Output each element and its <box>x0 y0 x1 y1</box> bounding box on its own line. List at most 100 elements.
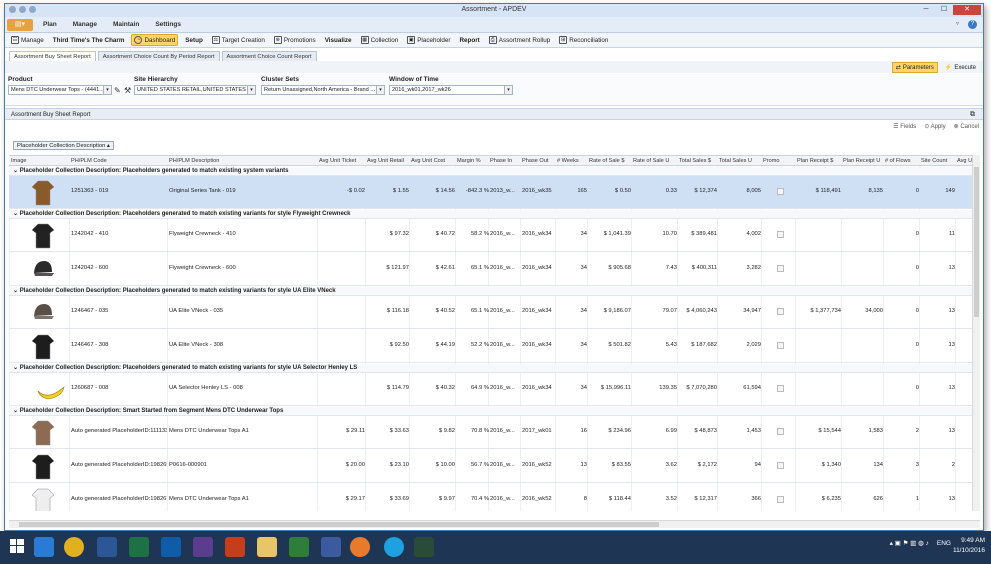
ribbon-target-creation-button[interactable]: ⚖ Target Creation <box>210 35 267 45</box>
group-row[interactable]: ⌄ Placeholder Collection Description: Pl… <box>9 167 972 176</box>
ribbon-placeholder-button[interactable]: ▣ Placeholder <box>405 35 452 45</box>
cluster-sets-select[interactable]: Return Unassigned,North America - Brand … <box>261 85 385 95</box>
pencil-icon[interactable]: ✎ <box>114 86 121 95</box>
table-row[interactable]: Auto generated PlaceholderID:198267 Mens … <box>9 484 972 511</box>
promo-checkbox[interactable] <box>777 188 784 195</box>
horizontal-scrollbar[interactable] <box>9 520 980 528</box>
column-header[interactable]: Total Sales U <box>719 158 761 164</box>
promo-checkbox[interactable] <box>777 462 784 469</box>
collapse-ribbon-icon[interactable]: ▿ <box>953 20 962 29</box>
column-header[interactable]: Plan Receipt $ <box>797 158 841 164</box>
group-by-chip[interactable]: Placeholder Collection Description ▴ <box>13 141 114 150</box>
scroll-thumb[interactable] <box>19 522 659 527</box>
table-row[interactable]: 1242042 - 600 Flyweight Crewneck - 600 $ 1… <box>9 253 972 286</box>
menu-maintain[interactable]: Maintain <box>113 21 139 28</box>
apply-button[interactable]: ⊙ Apply <box>924 123 945 130</box>
language-indicator[interactable]: ENG <box>937 540 951 547</box>
ribbon-reconciliation-button[interactable]: ⊞ Reconciliation <box>557 35 610 45</box>
ribbon-assortment-rollup-button[interactable]: ⎙ Assortment Rollup <box>487 35 552 45</box>
chevron-down-icon[interactable]: ▾ <box>103 86 111 94</box>
word-icon[interactable] <box>97 537 117 557</box>
collapse-icon[interactable]: ⌄ <box>13 168 20 174</box>
column-header[interactable]: Avg Unit Ticket <box>319 158 365 164</box>
ribbon-collection-button[interactable]: ▦ Collection <box>359 35 401 45</box>
excel-icon[interactable] <box>129 537 149 557</box>
table-row[interactable]: Auto generated PlaceholderID:198265 P0616… <box>9 450 972 483</box>
project-icon[interactable] <box>289 537 309 557</box>
column-header[interactable]: PH/PLM Code <box>71 158 167 164</box>
collapse-icon[interactable]: ⌄ <box>13 408 20 414</box>
execute-button[interactable]: ⚡ Execute <box>942 62 979 73</box>
skype-icon[interactable] <box>384 537 404 557</box>
chevron-down-icon[interactable]: ▾ <box>504 86 512 94</box>
column-header[interactable]: Promo <box>763 158 797 164</box>
ribbon-promotions-button[interactable]: ⊛ Promotions <box>272 35 318 45</box>
column-header[interactable]: Avg Unit Cost <box>411 158 455 164</box>
group-row[interactable]: ⌄ Placeholder Collection Description: Pl… <box>9 364 972 373</box>
site-hierarchy-select[interactable]: UNITED STATES RETAIL,UNITED STATES B... ▾ <box>134 85 256 95</box>
table-row[interactable]: 1260687 - 008 UA Selector Henley LS - 008… <box>9 373 972 406</box>
powerpoint-icon[interactable] <box>225 537 245 557</box>
collapse-icon[interactable]: ⌄ <box>13 288 20 294</box>
network-icon[interactable] <box>321 537 341 557</box>
collapse-icon[interactable]: ⌄ <box>13 365 20 371</box>
table-row[interactable]: 1246467 - 308 UA Elite VNeck - 308 $ 92.50… <box>9 330 972 363</box>
promo-checkbox[interactable] <box>777 428 784 435</box>
file-explorer-icon[interactable] <box>257 537 277 557</box>
application-menu-button[interactable]: ▤▾ <box>7 19 33 31</box>
column-header[interactable]: Total Sales $ <box>679 158 717 164</box>
maximize-button[interactable]: ☐ <box>935 5 953 15</box>
close-button[interactable]: ✕ <box>953 5 981 15</box>
column-header[interactable]: Phase Out <box>522 158 555 164</box>
chrome-icon[interactable] <box>64 537 84 557</box>
ribbon-manage-button[interactable]: ☷ Manage <box>9 35 46 45</box>
promo-checkbox[interactable] <box>777 342 784 349</box>
collapse-icon[interactable]: ⌄ <box>13 211 20 217</box>
table-row[interactable]: 1246467 - 035 UA Elite VNeck - 035 $ 116.1… <box>9 296 972 329</box>
column-header[interactable]: Site Count <box>921 158 955 164</box>
pin-icon[interactable]: ⧉ <box>970 111 975 119</box>
column-header[interactable]: Rate of Sale U <box>633 158 677 164</box>
ribbon-dashboard-button[interactable]: ◔ Dashboard <box>131 34 179 46</box>
minimize-button[interactable]: ─ <box>917 5 935 15</box>
tools-icon[interactable]: ⚒ <box>124 86 131 95</box>
column-header[interactable]: Plan Receipt U <box>843 158 883 164</box>
ribbon-setup-button[interactable]: Setup <box>183 36 205 45</box>
menu-settings[interactable]: Settings <box>155 21 181 28</box>
column-header[interactable]: Avg Unit <box>957 158 972 164</box>
scroll-thumb[interactable] <box>974 167 979 317</box>
fields-button[interactable]: ☰ Fields <box>893 123 916 130</box>
menu-plan[interactable]: Plan <box>43 21 57 28</box>
table-row[interactable]: 1242042 - 410 Flyweight Crewneck - 410 $ 9… <box>9 219 972 252</box>
column-header[interactable]: Avg Unit Retail <box>367 158 409 164</box>
column-header[interactable]: Margin % <box>457 158 489 164</box>
app-icon[interactable] <box>350 537 370 557</box>
table-row[interactable]: Auto generated PlaceholderID:111133 Mens … <box>9 416 972 449</box>
clock[interactable]: 9:49 AM 11/10/2016 <box>953 536 985 556</box>
ribbon-visualize-button[interactable]: Visualize <box>323 36 354 45</box>
column-header[interactable]: # Weeks <box>557 158 587 164</box>
parameters-button[interactable]: ⇄ Parameters <box>891 62 938 73</box>
windows-start-icon[interactable] <box>10 539 24 553</box>
column-header[interactable]: Phase In <box>490 158 520 164</box>
promo-checkbox[interactable] <box>777 496 784 503</box>
ribbon-report-button[interactable]: Report <box>457 36 481 45</box>
cancel-button[interactable]: ⊗ Cancel <box>954 123 979 130</box>
ie-icon[interactable] <box>34 537 54 557</box>
promo-checkbox[interactable] <box>777 385 784 392</box>
promo-checkbox[interactable] <box>777 231 784 238</box>
menu-manage[interactable]: Manage <box>73 21 97 28</box>
help-icon[interactable]: ? <box>968 20 977 29</box>
column-header[interactable]: Image <box>11 158 69 164</box>
group-row[interactable]: ⌄ Placeholder Collection Description: Pl… <box>9 287 972 296</box>
group-row[interactable]: ⌄ Placeholder Collection Description: Sm… <box>9 407 972 416</box>
product-select[interactable]: Mens DTC Underwear Tops - (4441... ▾ <box>8 85 112 95</box>
column-header[interactable]: PH/PLM Description <box>169 158 317 164</box>
terminal-icon[interactable] <box>414 537 434 557</box>
notification-icons[interactable]: ▴ ▣ ⚑ ▥ ◍ ♪ <box>890 539 929 547</box>
group-row[interactable]: ⌄ Placeholder Collection Description: Pl… <box>9 210 972 219</box>
promo-checkbox[interactable] <box>777 265 784 272</box>
column-header[interactable]: # of Flows <box>885 158 919 164</box>
ribbon-third-times-the-charm-button[interactable]: Third Time's The Charm <box>51 36 127 45</box>
promo-checkbox[interactable] <box>777 308 784 315</box>
